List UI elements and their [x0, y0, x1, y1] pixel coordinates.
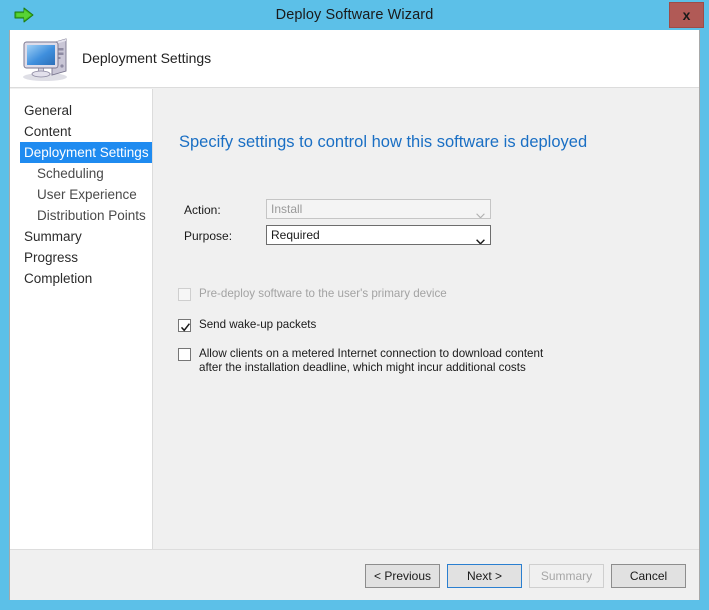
- page-heading: Specify settings to control how this sof…: [179, 133, 588, 151]
- nav-item-distribution-points[interactable]: Distribution Points: [10, 205, 152, 226]
- checkbox-1: [178, 288, 191, 301]
- checkbox-label[interactable]: Allow clients on a metered Internet conn…: [199, 347, 544, 375]
- window-title: Deploy Software Wizard: [275, 7, 434, 23]
- checkbox-label: Pre-deploy software to the user's primar…: [199, 287, 447, 300]
- cancel-button[interactable]: Cancel: [611, 564, 686, 588]
- window-client-area: Deployment Settings General Content Deploy…: [9, 30, 700, 600]
- purpose-dropdown[interactable]: Required: [266, 225, 491, 245]
- nav-item-general[interactable]: General: [10, 100, 152, 121]
- form-row: Action: Install: [154, 199, 699, 221]
- chevron-down-icon: [476, 206, 485, 218]
- wizard-window: Deploy Software Wizard x Deployment Sett…: [0, 0, 709, 610]
- nav-item-summary[interactable]: Summary: [10, 226, 152, 247]
- header-title: Deployment Settings: [82, 50, 212, 66]
- computer-icon: [19, 33, 73, 83]
- nav-item-content[interactable]: Content: [10, 121, 152, 142]
- next-button[interactable]: Next >: [447, 564, 522, 588]
- dropdown-value: Install: [271, 202, 303, 216]
- nav-item-deployment-settings[interactable]: Deployment Settings: [20, 142, 152, 163]
- field-label: Action:: [184, 203, 221, 217]
- dropdown-value: Required: [271, 228, 320, 242]
- close-button[interactable]: x: [669, 2, 704, 28]
- nav-item-completion[interactable]: Completion: [10, 268, 152, 289]
- field-label: Purpose:: [184, 229, 233, 243]
- nav-item-user-experience[interactable]: User Experience: [10, 184, 152, 205]
- previous-button[interactable]: < Previous: [365, 564, 440, 588]
- nav-item-progress[interactable]: Progress: [10, 247, 152, 268]
- checkbox-label[interactable]: Send wake-up packets: [199, 318, 316, 332]
- title-bar: Deploy Software Wizard x: [0, 0, 709, 30]
- checkmark-icon: [180, 320, 191, 332]
- chevron-down-icon: [476, 232, 485, 244]
- wizard-header: Deployment Settings: [10, 30, 699, 88]
- wizard-content: Specify settings to control how this sof…: [154, 89, 699, 600]
- wizard-nav: General Content Deployment Settings Schedul…: [10, 89, 153, 600]
- summary-button: Summary: [529, 564, 604, 588]
- action-dropdown: Install: [266, 199, 491, 219]
- nav-item-scheduling[interactable]: Scheduling: [10, 163, 152, 184]
- checkbox-2[interactable]: [178, 319, 191, 332]
- checkbox-3[interactable]: [178, 348, 191, 361]
- form-row: Purpose: Required: [154, 225, 699, 247]
- wizard-footer: < Previous Next > Summary Cancel: [10, 549, 699, 600]
